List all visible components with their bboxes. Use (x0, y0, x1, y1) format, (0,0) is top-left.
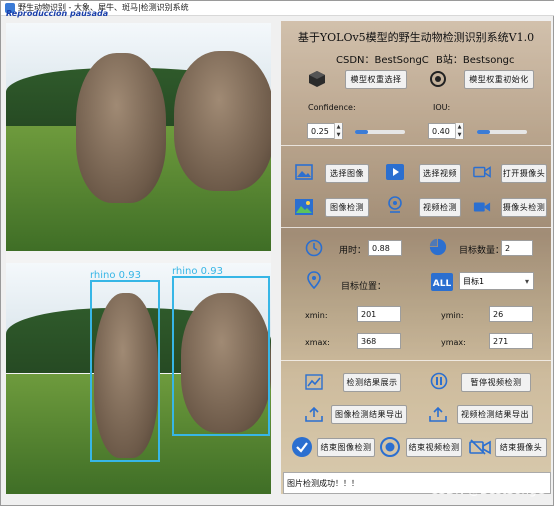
check-circle-icon (291, 436, 313, 458)
show-results-button[interactable]: 检测结果展示 (343, 373, 401, 392)
ymin-label: ymin: (441, 311, 464, 320)
playback-overlay-label: Reproducción pausada (6, 9, 109, 18)
location-pin-icon (305, 271, 323, 289)
pause-icon (430, 372, 448, 390)
model-weight-select-button[interactable]: 模型权重选择 (345, 70, 407, 89)
camera-off-icon (469, 438, 491, 456)
line-chart-icon (305, 373, 323, 391)
select-image-button[interactable]: 选择图像 (325, 164, 369, 183)
image-icon (295, 163, 313, 181)
pie-chart-icon (429, 238, 447, 256)
chevron-down-icon: ▾ (524, 277, 529, 286)
picture-icon (295, 198, 313, 216)
app-window: 野生动物识别 - 大象、犀牛、斑马|检测识别系统 Reproducción pa… (0, 0, 554, 506)
open-camera-button[interactable]: 打开摄像头 (501, 164, 547, 183)
xmax-label: xmax: (305, 338, 330, 347)
ymax-label: ymax: (441, 338, 466, 347)
image-detect-button[interactable]: 图像检测 (325, 198, 369, 217)
count-value: 2 (501, 240, 533, 256)
ymax-value: 271 (489, 333, 533, 349)
confidence-slider[interactable] (355, 130, 405, 134)
detected-image: rhino 0.93 rhino 0.93 (6, 263, 271, 494)
detection-box: rhino 0.93 (90, 270, 160, 462)
app-title: 基于YOLOv5模型的野生动物检测识别系统V1.0 (297, 31, 535, 44)
camera-icon (473, 163, 491, 181)
upload-icon (305, 405, 323, 423)
video-detect-button[interactable]: 视频检测 (419, 198, 461, 217)
target-select-dropdown[interactable]: 目标1 ▾ (459, 272, 534, 290)
count-label: 目标数量： (459, 246, 505, 256)
control-panel: 基于YOLOv5模型的野生动物检测识别系统V1.0 CSDN：BestSongC… (281, 21, 551, 494)
clock-icon (305, 239, 323, 257)
time-label: 用时： (339, 246, 367, 256)
all-icon: ALL (431, 273, 453, 291)
confidence-spinbox[interactable]: 0.25 ▲ ▼ (307, 123, 343, 139)
upload-icon (429, 405, 447, 423)
stop-camera-button[interactable]: 结束摄像头 (495, 438, 547, 457)
position-label: 目标位置： (341, 282, 387, 292)
stop-video-detect-button[interactable]: 结束视频检测 (406, 438, 462, 457)
ymin-value: 26 (489, 306, 533, 322)
stop-circle-icon (379, 436, 401, 458)
detection-label: rhino 0.93 (172, 266, 223, 277)
pause-video-button[interactable]: 暂停视频检测 (461, 373, 531, 392)
iou-label: IOU: (433, 103, 451, 112)
xmin-label: xmin: (305, 311, 328, 320)
iou-slider[interactable] (477, 130, 527, 134)
detection-box: rhino 0.93 (172, 266, 270, 436)
xmax-value: 368 (357, 333, 401, 349)
confidence-label: Confidence: (308, 103, 356, 112)
iou-spinbox[interactable]: 0.40 ▲ ▼ (428, 123, 464, 139)
webcam-icon (386, 196, 404, 214)
video-camera-icon (473, 198, 491, 216)
bilibili-label: B站：Bestsongc (436, 55, 515, 66)
svg-text:ALL: ALL (433, 279, 452, 289)
detection-label: rhino 0.93 (90, 270, 141, 281)
video-file-icon (386, 163, 404, 181)
select-video-button[interactable]: 选择视频 (419, 164, 461, 183)
target-icon (429, 70, 447, 88)
export-video-button[interactable]: 视频检测结果导出 (457, 405, 533, 424)
model-weight-init-button[interactable]: 模型权重初始化 (464, 70, 534, 89)
csdn-label: CSDN：BestSongC (336, 55, 429, 66)
original-image (6, 23, 271, 251)
xmin-value: 201 (357, 306, 401, 322)
cube-icon (308, 70, 326, 88)
camera-detect-button[interactable]: 摄像头检测 (501, 198, 547, 217)
csdn-watermark: CSDN @BestSongC (429, 483, 545, 497)
stop-image-detect-button[interactable]: 结束图像检测 (317, 438, 375, 457)
image-display-panel: rhino 0.93 rhino 0.93 (6, 23, 271, 494)
time-value: 0.88 (368, 240, 402, 256)
export-image-button[interactable]: 图像检测结果导出 (331, 405, 407, 424)
